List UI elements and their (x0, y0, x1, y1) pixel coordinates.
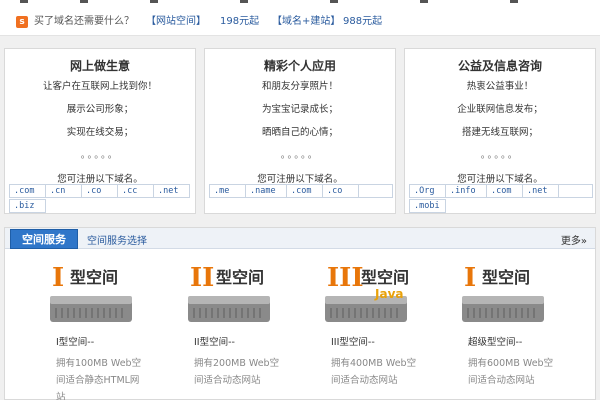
logo-text: 型空间 (216, 268, 264, 287)
tld-blank (558, 184, 593, 198)
box-line: 和朋友分享照片！ (261, 81, 338, 92)
server-type-3-icon: III 型空间 Java (325, 263, 409, 322)
product-name: III型空间-- (331, 337, 375, 348)
public-info-box: 公益及信息咨询 热衷公益事业！ 企业联网信息发布； 搭建无线互联网； 。。。。。… (404, 48, 596, 214)
box-line: 企业联网信息发布； (457, 104, 543, 115)
tab-space-service[interactable]: 空间服务 (10, 229, 78, 249)
tab-space-select[interactable]: 空间服务选择 (87, 232, 147, 247)
product-desc: 拥有600MB Web空间适合动态网站 (468, 358, 554, 386)
promo-icon: s (16, 16, 28, 28)
logo-text: 型空间 (361, 268, 409, 287)
box-line: 搭建无线互联网； (461, 127, 538, 138)
box-dots: 。。。。。 (480, 150, 520, 161)
box-title: 公益及信息咨询 (457, 59, 542, 73)
product-name: II型空间-- (194, 337, 235, 348)
server-type-super-icon: I 型空间 (462, 263, 544, 322)
box-dots: 。。。。。 (280, 150, 320, 161)
server-type-2-icon: II 型空间 (188, 263, 270, 322)
tld-link[interactable]: .co (322, 184, 359, 198)
tld-link[interactable]: .biz (9, 199, 46, 213)
tld-link[interactable]: .cn (45, 184, 82, 198)
tld-link[interactable]: .name (245, 184, 287, 198)
tld-link[interactable]: .mobi (409, 199, 446, 213)
product-type-1[interactable]: I 型空间 I型空间-- 拥有100MB Web空间适合静态HTML网站 (50, 258, 170, 400)
space-service-section: 空间服务 空间服务选择 更多» I 型空间 I型空间-- 拥有100MB Web… (4, 227, 596, 400)
logo-numeral: III (327, 263, 364, 293)
logo-text: 型空间 (70, 268, 118, 287)
product-desc: 拥有200MB Web空间适合动态网站 (194, 358, 280, 386)
box-title: 网上做生意 (69, 59, 130, 73)
tld-link[interactable]: .com (486, 184, 523, 198)
product-type-3[interactable]: III 型空间 Java III型空间-- 拥有400MB Web空间适合动态网… (325, 258, 445, 400)
box-line: 热衷公益事业！ (466, 81, 534, 92)
logo-text: 型空间 (482, 268, 530, 287)
box-line: 晒晒自己的心情； (261, 127, 338, 138)
tab-bar: 空间服务 空间服务选择 更多» (5, 228, 595, 249)
server-type-1-icon: I 型空间 (50, 263, 132, 322)
tld-link[interactable]: .com (286, 184, 323, 198)
tld-link[interactable]: .info (445, 184, 487, 198)
business-box: 网上做生意 让客户在互联网上找到你！ 展示公司形象； 实现在线交易； 。。。。。… (4, 48, 196, 214)
promo-bar: s 买了域名还需要什么？ 【网站空间】 198元起 【域名+建站】 988元起 (0, 6, 600, 36)
product-name: 超级型空间-- (468, 337, 523, 348)
product-desc: 拥有400MB Web空间适合动态网站 (331, 358, 417, 386)
product-desc: 拥有100MB Web空间适合静态HTML网站 (56, 358, 142, 400)
web-space-price: 198元起 (220, 16, 260, 27)
web-space-link[interactable]: 【网站空间】 (146, 16, 206, 28)
more-link[interactable]: 更多» (561, 232, 587, 247)
product-name: I型空间-- (56, 337, 95, 348)
logo-numeral: I (52, 263, 64, 293)
logo-numeral: II (190, 263, 214, 293)
promo-question: 买了域名还需要什么？ (34, 16, 134, 27)
tld-link[interactable]: .co (81, 184, 118, 198)
tld-link[interactable]: .com (9, 184, 46, 198)
java-badge: Java (374, 287, 403, 301)
box-line: 展示公司形象； (66, 104, 134, 115)
tld-blank (358, 184, 393, 198)
product-type-super[interactable]: I 型空间 超级型空间-- 拥有600MB Web空间适合动态网站 (462, 258, 582, 400)
domain-site-price: 988元起 (343, 16, 383, 27)
box-title: 精彩个人应用 (263, 59, 336, 73)
product-type-2[interactable]: II 型空间 II型空间-- 拥有200MB Web空间适合动态网站 (188, 258, 308, 400)
domain-site-link[interactable]: 【域名+建站】 (272, 16, 340, 28)
box-line: 让客户在互联网上找到你！ (42, 81, 157, 92)
tld-link[interactable]: .net (522, 184, 559, 198)
personal-box: 精彩个人应用 和朋友分享照片！ 为宝宝记录成长； 晒晒自己的心情； 。。。。。 … (204, 48, 396, 214)
logo-numeral: I (464, 263, 476, 293)
tld-link[interactable]: .me (209, 184, 246, 198)
tld-link[interactable]: .Org (409, 184, 446, 198)
tld-link[interactable]: .cc (117, 184, 154, 198)
box-line: 为宝宝记录成长； (261, 104, 338, 115)
box-line: 实现在线交易； (66, 127, 134, 138)
tld-link[interactable]: .net (153, 184, 190, 198)
box-dots: 。。。。。 (80, 150, 120, 161)
